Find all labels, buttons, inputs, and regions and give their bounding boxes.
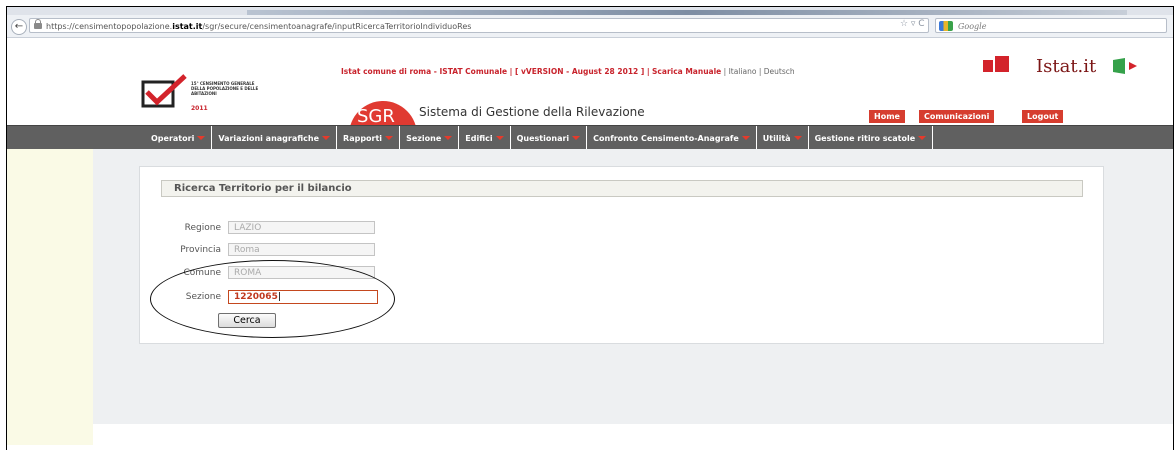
nav-item-gestione-ritiro-scatole[interactable]: Gestione ritiro scatole [809,126,934,150]
nav-item-sezione[interactable]: Sezione [400,126,460,150]
nav-item-label: Sezione [406,133,442,143]
istat-logo-text[interactable]: Istat.it [1036,56,1096,77]
user-info: Istat comune di roma - ISTAT Comunale | … [341,67,650,76]
nav-item-label: Utilità [762,133,791,143]
caret-down-icon [918,136,927,140]
sgr-logo-text: SGR [357,106,395,127]
provincia-label: Provincia [180,245,221,255]
logout-button[interactable]: Logout [1022,110,1064,123]
screenshot-frame: ← https://censimentopopolazione.istat.it… [6,6,1174,450]
panel-title: Ricerca Territorio per il bilancio [161,180,1083,197]
nav-item-questionari[interactable]: Questionari [511,126,588,150]
comune-field[interactable]: ROMA [228,266,375,279]
istat-logo-icon[interactable] [981,54,1033,74]
nav-item-label: Questionari [516,133,570,143]
top-info-bar: Istat comune di roma - ISTAT Comunale | … [341,67,795,76]
text-cursor [278,292,280,301]
nav-item-edifici[interactable]: Edifici [459,126,511,150]
nav-item-utilit[interactable]: Utilità [757,126,809,150]
nav-item-variazioni-anagrafiche[interactable]: Variazioni anagrafiche [212,126,338,150]
nav-item-label: Operatori [151,133,195,143]
comunicazioni-button[interactable]: Comunicazioni [919,110,995,123]
istat-flag-icon [1113,58,1137,74]
sezione-value: 1220065 [234,292,278,302]
nav-item-label: Variazioni anagrafiche [218,133,320,143]
provincia-field[interactable]: Roma [228,243,375,256]
nav-item-label: Gestione ritiro scatole [814,133,916,143]
census-logo-text: 15° CENSIMENTO GENERALE DELLA POPOLAZION… [191,81,259,96]
nav-item-confronto-censimento-anagrafe[interactable]: Confronto Censimento-Anagrafe [587,126,757,150]
census-logo-year: 2011 [191,105,208,112]
lang-italiano-link[interactable]: Italiano [729,67,757,76]
main-navbar: Operatori Variazioni anagrafiche Rapporti S… [7,125,1173,151]
caret-down-icon [572,136,581,140]
census-logo-icon [141,74,187,108]
caret-down-icon [741,136,750,140]
nav-item-rapporti[interactable]: Rapporti [337,126,401,150]
nav-item-label: Confronto Censimento-Anagrafe [593,133,739,143]
scarica-manuale-link[interactable]: Scarica Manuale [652,67,721,76]
left-sidebar-bg [7,149,93,445]
comune-label: Comune [183,268,221,278]
regione-label: Regione [184,223,221,233]
sezione-label: Sezione [185,292,221,302]
nav-item-label: Edifici [465,133,493,143]
lang-deutsch-link[interactable]: Deutsch [764,67,795,76]
caret-down-icon [385,136,394,140]
sezione-input[interactable]: 1220065 [228,290,378,304]
nav-item-label: Rapporti [343,133,383,143]
nav-menu: Operatori Variazioni anagrafiche Rapporti S… [147,126,934,150]
caret-down-icon [322,136,331,140]
app-title: Sistema di Gestione della Rilevazione [419,105,645,119]
home-button[interactable]: Home [869,110,905,123]
regione-field[interactable]: LAZIO [228,221,375,234]
caret-down-icon [444,136,453,140]
caret-down-icon [495,136,504,140]
nav-item-operatori[interactable]: Operatori [147,126,213,150]
cerca-button[interactable]: Cerca [218,313,276,328]
caret-down-icon [197,136,206,140]
caret-down-icon [793,136,802,140]
